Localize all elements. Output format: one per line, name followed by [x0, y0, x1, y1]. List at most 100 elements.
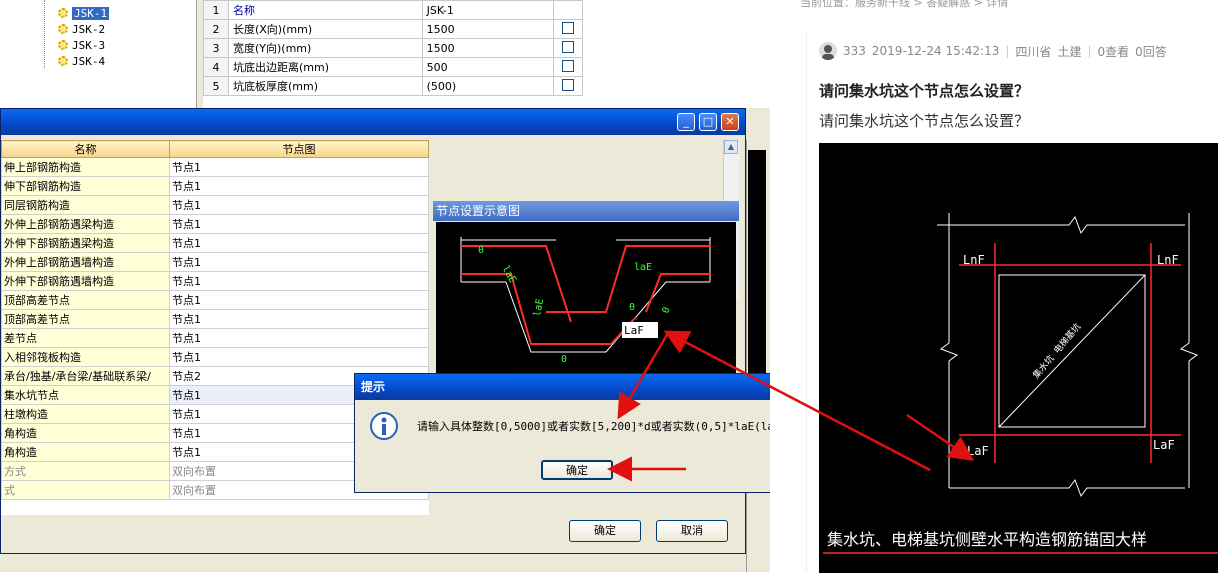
row-node-value[interactable]: 节点1 — [169, 347, 429, 367]
diagram-label: laE — [634, 262, 652, 273]
category: 土建 — [1057, 44, 1082, 59]
component-icon — [58, 24, 68, 34]
column-header-node: 节点图 — [169, 140, 429, 158]
property-grid: 1 名称 JSK-1 2 长度(X向)(mm) 1500 3 宽度(Y向)(mm) 1500… — [203, 0, 770, 108]
question-body: 请问集水坑这个节点怎么设置？ — [819, 112, 1030, 130]
table-row[interactable]: 差节点 节点1 — [1, 328, 429, 348]
row-name: 顶部高差节点 — [1, 290, 170, 310]
row-name: 顶部高差节点 — [1, 309, 170, 329]
row-node-value[interactable]: 节点1 — [169, 271, 429, 291]
answer-count: 0回答 — [1135, 44, 1167, 59]
app-window: JSK-1 JSK-2 JSK-3 JSK-4 1 名称 JSK-1 2 长度(X向)… — [0, 0, 770, 572]
row-name: 伸上部钢筋构造 — [1, 157, 170, 177]
row-name: 角构造 — [1, 423, 170, 443]
attr-checkbox[interactable] — [561, 59, 574, 72]
breadcrumb: 当前位置：服务新干线 > 答疑解惑 > 详情 — [800, 0, 1009, 9]
property-row[interactable]: 3 宽度(Y向)(mm) 1500 — [203, 38, 584, 58]
row-name: 角构造 — [1, 442, 170, 462]
row-node-value[interactable]: 节点1 — [169, 328, 429, 348]
node-panel-title: 节点设置示意图 — [433, 201, 739, 221]
row-name: 方式 — [1, 461, 170, 481]
question-title: 请问集水坑这个节点怎么设置？ — [819, 82, 1030, 100]
row-node-value[interactable]: 节点1 — [169, 290, 429, 310]
row-node-value[interactable]: 节点1 — [169, 195, 429, 215]
row-name: 差节点 — [1, 328, 170, 348]
tree-lines — [44, 0, 58, 68]
user-name[interactable]: 333 — [843, 44, 866, 58]
row-node-value[interactable]: 节点1 — [169, 157, 429, 177]
info-icon — [370, 412, 398, 440]
table-row[interactable]: 外伸下部钢筋遇梁构造 节点1 — [1, 233, 429, 253]
table-row[interactable]: 伸上部钢筋构造 节点1 — [1, 157, 429, 177]
property-row[interactable]: 5 坑底板厚度(mm) (500) — [203, 76, 584, 96]
minimize-button[interactable]: _ — [677, 113, 695, 131]
table-row[interactable]: 同层钢筋构造 节点1 — [1, 195, 429, 215]
background-figure — [748, 150, 766, 380]
message-text: 请输入具体整数[0,5000]或者实数[5,200]*d或者实数(0,5]*la… — [417, 420, 770, 433]
row-node-value[interactable]: 节点1 — [169, 252, 429, 272]
node-diagram: laE laE laE 0 0 0 0 LaF — [436, 222, 736, 377]
attr-checkbox[interactable] — [561, 21, 574, 34]
post-time: 2019-12-24 15:42:13 — [871, 44, 1000, 58]
column-header-name: 名称 — [1, 140, 170, 158]
table-row[interactable]: 外伸下部钢筋遇墙构造 节点1 — [1, 271, 429, 291]
scroll-up-icon[interactable]: ▲ — [724, 140, 738, 154]
question-card: 333 2019-12-24 15:42:13 | 四川省 土建 | 0查看 0… — [806, 30, 1218, 573]
diagram-label: 0 — [629, 302, 635, 313]
dialog-ok-button[interactable]: 确定 — [569, 520, 641, 542]
row-name: 同层钢筋构造 — [1, 195, 170, 215]
dialog-cancel-button[interactable]: 取消 — [656, 520, 728, 542]
row-node-value[interactable]: 节点1 — [169, 176, 429, 196]
component-icon — [58, 40, 68, 50]
avatar[interactable] — [819, 42, 837, 60]
attr-checkbox[interactable] — [561, 40, 574, 53]
web-page: 当前位置：服务新干线 > 答疑解惑 > 详情 333 2019-12-24 15… — [776, 0, 1218, 573]
table-row[interactable]: 入相邻筏板构造 节点1 — [1, 347, 429, 367]
row-node-value[interactable]: 节点1 — [169, 233, 429, 253]
diagram-label: 0 — [660, 306, 672, 315]
diagram-label: laE — [532, 298, 546, 318]
cad-label: LnF — [1157, 253, 1179, 267]
component-icon — [58, 56, 68, 66]
tree-item-jsk4[interactable]: JSK-4 — [58, 54, 105, 68]
close-button[interactable]: ✕ — [721, 113, 739, 131]
attr-checkbox[interactable] — [561, 78, 574, 91]
message-box-title[interactable]: 提示 ✕ — [355, 374, 770, 400]
property-row[interactable]: 2 长度(X向)(mm) 1500 — [203, 19, 584, 39]
table-row[interactable]: 外伸上部钢筋遇墙构造 节点1 — [1, 252, 429, 272]
component-icon — [58, 8, 68, 18]
diagram-label-input: LaF — [624, 324, 644, 337]
tree-item-jsk3[interactable]: JSK-3 — [58, 38, 105, 52]
diagram-label: 0 — [478, 245, 484, 256]
property-row[interactable]: 4 坑底出边距离(mm) 500 — [203, 57, 584, 77]
cad-label: LnF — [963, 253, 985, 267]
row-name: 外伸下部钢筋遇墙构造 — [1, 271, 170, 291]
question-meta: 333 2019-12-24 15:42:13 | 四川省 土建 | 0查看 0… — [819, 42, 1167, 60]
diagram-label: 0 — [561, 354, 567, 365]
row-node-value[interactable]: 节点1 — [169, 309, 429, 329]
cad-diag-label: 集水坑 电梯基坑 — [1030, 321, 1083, 381]
message-box: 提示 ✕ 请输入具体整数[0,5000]或者实数[5,200]*d或者实数(0,… — [354, 373, 770, 493]
row-name: 外伸上部钢筋遇梁构造 — [1, 214, 170, 234]
property-row[interactable]: 1 名称 JSK-1 — [203, 0, 584, 20]
dialog-titlebar[interactable]: _ □ ✕ — [1, 109, 745, 135]
row-name: 式 — [1, 480, 170, 500]
tree-item-jsk1[interactable]: JSK-1 — [58, 6, 110, 20]
tree-item-jsk2[interactable]: JSK-2 — [58, 22, 105, 36]
row-node-value[interactable]: 节点1 — [169, 214, 429, 234]
row-name: 承台/独基/承台梁/基础联系梁/ — [1, 366, 170, 386]
view-count: 0查看 — [1097, 44, 1130, 59]
cad-caption: 集水坑、电梯基坑侧壁水平构造钢筋锚固大样 — [827, 530, 1147, 549]
message-ok-button[interactable]: 确定 — [541, 460, 613, 480]
table-row[interactable]: 顶部高差节点 节点1 — [1, 290, 429, 310]
component-tree: JSK-1 JSK-2 JSK-3 JSK-4 — [0, 0, 197, 108]
maximize-button[interactable]: □ — [699, 113, 717, 131]
table-row[interactable]: 顶部高差节点 节点1 — [1, 309, 429, 329]
cad-image[interactable]: LnF LnF LaF LaF 集水坑 电梯基坑 集水坑、电梯基坑侧壁水平构造钢… — [819, 143, 1218, 573]
cad-label: LaF — [967, 444, 989, 458]
row-name: 外伸上部钢筋遇墙构造 — [1, 252, 170, 272]
row-name: 集水坑节点 — [1, 385, 170, 405]
table-row[interactable]: 外伸上部钢筋遇梁构造 节点1 — [1, 214, 429, 234]
table-row[interactable]: 伸下部钢筋构造 节点1 — [1, 176, 429, 196]
cad-label: LaF — [1153, 438, 1175, 452]
